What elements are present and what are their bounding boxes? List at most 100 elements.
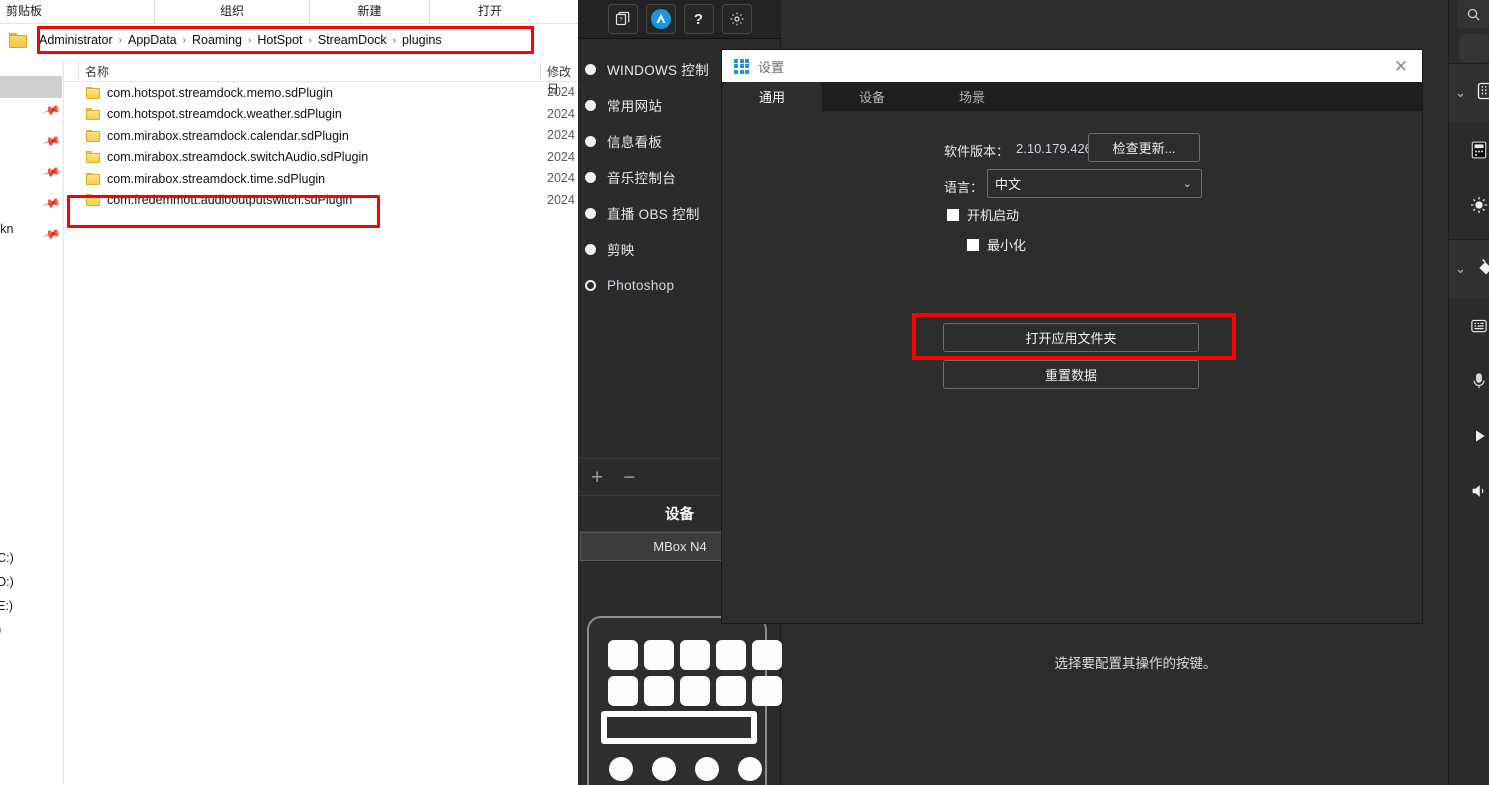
file-name: com.hotspot.streamdock.weather.sdPlugin <box>107 107 342 122</box>
grid-panel-icon[interactable] <box>1476 81 1489 106</box>
chevron-down-icon[interactable]: ⌄ <box>1455 261 1466 277</box>
nav-item-drive-c[interactable]: : (C:) <box>0 551 14 565</box>
device-key[interactable] <box>716 676 746 706</box>
address-bar[interactable]: Administrator › AppData › Roaming › HotS… <box>0 27 578 53</box>
device-knob[interactable] <box>609 757 633 781</box>
strip-group-2-header[interactable]: ⌄ <box>1449 240 1489 298</box>
speaker-icon[interactable] <box>1449 463 1489 518</box>
tab-scene[interactable]: 场景 <box>922 82 1022 111</box>
device-key[interactable] <box>752 676 782 706</box>
checkbox-startup[interactable] <box>947 208 959 221</box>
device-key[interactable] <box>680 676 710 706</box>
language-select[interactable]: 中文 ⌄ <box>987 169 1202 198</box>
keyboard-icon[interactable] <box>1449 298 1489 353</box>
open-app-folder-button[interactable]: 打开应用文件夹 <box>943 323 1199 352</box>
device-key[interactable] <box>716 640 746 670</box>
settings-gear-icon[interactable] <box>721 4 752 34</box>
check-update-button[interactable]: 检查更新... <box>1088 133 1200 162</box>
sidebar-item-label: 常用网站 <box>607 99 663 114</box>
brightness-icon[interactable] <box>1449 177 1489 232</box>
remove-profile-button[interactable]: − <box>623 467 635 488</box>
column-header-name[interactable]: 名称 <box>85 63 109 80</box>
app-toolbar: ? ? <box>578 0 781 39</box>
play-icon[interactable] <box>1449 408 1489 463</box>
folder-icon <box>86 194 100 207</box>
device-key[interactable] <box>608 640 638 670</box>
device-knob[interactable] <box>695 757 719 781</box>
right-action-strip: ⌄ ⌄ <box>1448 0 1489 785</box>
copy-pages-icon[interactable]: ? <box>607 4 638 34</box>
device-key[interactable] <box>644 640 674 670</box>
ribbon-group-open: 打开 <box>477 4 502 18</box>
strip-group-1: ⌄ <box>1449 63 1489 232</box>
breadcrumb-item-administrator[interactable]: Administrator <box>33 33 119 47</box>
device-touch-strip[interactable] <box>601 711 757 744</box>
profile-avatar-icon[interactable] <box>645 4 676 34</box>
nav-item-drive-d[interactable]: : (D:) <box>0 575 14 589</box>
sidebar-item-label: WINDOWS 控制 <box>607 63 709 78</box>
svg-text:?: ? <box>619 18 623 24</box>
ribbon-group-new: 新建 <box>310 0 430 24</box>
device-knob[interactable] <box>738 757 762 781</box>
breadcrumb-item-hotspot[interactable]: HotSpot <box>251 33 308 47</box>
nav-item-drive-e[interactable]: : (E:) <box>0 599 13 613</box>
breadcrumb-item-plugins[interactable]: plugins <box>396 33 448 47</box>
nav-item-drive-f[interactable]: F:) <box>0 623 1 637</box>
microphone-icon[interactable] <box>1449 353 1489 408</box>
device-key[interactable] <box>644 676 674 706</box>
device-knobs[interactable] <box>609 757 762 781</box>
sidebar-item-label: Photoshop <box>607 277 675 293</box>
strip-group-1-header[interactable]: ⌄ <box>1449 64 1489 122</box>
strip-group-2: ⌄ <box>1449 239 1489 518</box>
chevron-down-icon[interactable]: ⌄ <box>1455 85 1466 101</box>
sidebar-item-label: 直播 OBS 控制 <box>607 207 700 222</box>
dialog-body: 软件版本： 2.10.179.426 检查更新... 语言： 中文 ⌄ 开机启动… <box>722 111 1422 623</box>
file-name: com.mirabox.streamdock.switchAudio.sdPlu… <box>107 150 369 165</box>
minimize-checkbox-row[interactable]: 最小化 <box>967 235 1026 254</box>
dialog-title-bar[interactable]: 设置 ✕ <box>722 50 1422 82</box>
tab-general[interactable]: 通用 <box>722 82 822 111</box>
device-key[interactable] <box>608 676 638 706</box>
device-illustration[interactable] <box>587 616 782 785</box>
device-key[interactable] <box>680 640 710 670</box>
breadcrumb-item-streamdock[interactable]: StreamDock <box>312 33 393 47</box>
navigation-pane[interactable]: 📌 📌 📌 📌 📌 Dockn : (C:) : (D:) : (E:) F:) <box>0 60 64 785</box>
search-icon[interactable] <box>1457 0 1489 28</box>
radio-icon <box>585 207 596 219</box>
file-date: 2024 <box>547 106 575 121</box>
tab-device[interactable]: 设备 <box>822 82 922 111</box>
nav-selected-item[interactable] <box>0 76 62 98</box>
language-label: 语言： <box>944 180 984 195</box>
help-icon[interactable]: ? <box>683 4 714 34</box>
pin-icon: 📌 <box>41 224 62 245</box>
calculator-icon[interactable] <box>1449 122 1489 177</box>
startup-checkbox-row[interactable]: 开机启动 <box>947 205 1019 224</box>
table-row[interactable]: com.mirabox.streamdock.time.sdPlugin 202… <box>64 168 578 190</box>
file-date: 2024 <box>547 128 575 142</box>
dialog-tabs[interactable]: 通用 设备 场景 <box>722 82 1422 111</box>
add-profile-button[interactable]: + <box>591 467 603 488</box>
folder-icon <box>86 172 100 185</box>
divider <box>540 62 541 79</box>
version-value: 2.10.179.426 <box>1016 141 1092 156</box>
radio-icon <box>585 63 596 75</box>
device-key[interactable] <box>752 640 782 670</box>
table-row[interactable]: com.hotspot.streamdock.memo.sdPlugin 202… <box>64 82 578 104</box>
file-list[interactable]: com.hotspot.streamdock.memo.sdPlugin 202… <box>64 82 578 211</box>
table-row[interactable]: com.mirabox.streamdock.calendar.sdPlugin… <box>64 125 578 147</box>
table-row[interactable]: com.fredemmott.audiooutputswitch.sdPlugi… <box>64 190 578 212</box>
breadcrumb-item-appdata[interactable]: AppData <box>122 33 183 47</box>
breadcrumb-item-roaming[interactable]: Roaming <box>186 33 248 47</box>
breadcrumb[interactable]: Administrator › AppData › Roaming › HotS… <box>33 29 448 51</box>
nav-item-dockn[interactable]: Dockn <box>0 222 13 236</box>
table-row[interactable]: com.hotspot.streamdock.weather.sdPlugin … <box>64 104 578 126</box>
table-row[interactable]: com.mirabox.streamdock.switchAudio.sdPlu… <box>64 147 578 169</box>
pin-icon: 📌 <box>41 162 62 183</box>
checkbox-minimize[interactable] <box>967 238 979 251</box>
paint-bucket-icon[interactable] <box>1476 257 1489 282</box>
file-name: com.hotspot.streamdock.memo.sdPlugin <box>107 85 333 100</box>
close-icon[interactable]: ✕ <box>1390 55 1412 77</box>
device-keys-grid[interactable] <box>608 640 782 706</box>
reset-data-button[interactable]: 重置数据 <box>943 360 1199 389</box>
device-knob[interactable] <box>652 757 676 781</box>
